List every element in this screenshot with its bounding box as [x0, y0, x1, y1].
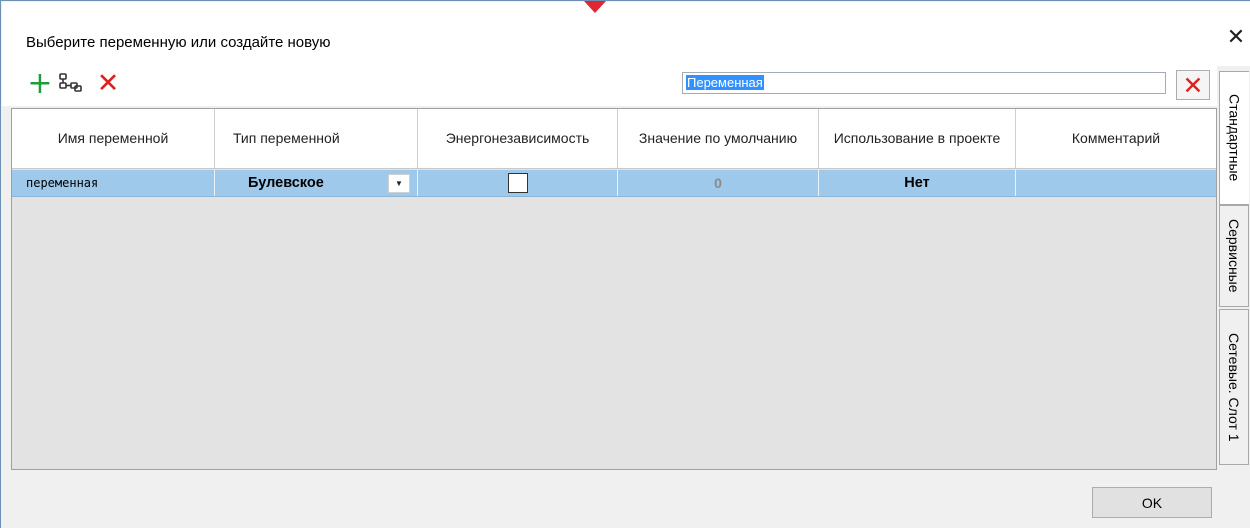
- tab-network-slot-1[interactable]: Сетевые. Слот 1: [1219, 309, 1249, 465]
- tab-service-label: Сервисные: [1226, 219, 1242, 293]
- nonvolatile-checkbox[interactable]: [507, 173, 528, 193]
- ok-button[interactable]: OK: [1092, 487, 1212, 518]
- tab-standard[interactable]: Стандартные: [1219, 71, 1249, 205]
- clear-search-icon[interactable]: ✕: [1176, 70, 1210, 100]
- column-header-nonvolatile[interactable]: Энергонезависимость: [418, 109, 618, 168]
- cell-default-value[interactable]: 0: [618, 170, 819, 196]
- column-header-name[interactable]: Имя переменной: [12, 109, 215, 168]
- title-bar: Выберите переменную или создайте новую ✕: [2, 2, 1250, 66]
- plus-icon[interactable]: +: [26, 69, 54, 99]
- tab-service[interactable]: Сервисные: [1219, 205, 1249, 307]
- column-header-comment[interactable]: Комментарий: [1016, 109, 1216, 168]
- cell-variable-type[interactable]: Булевское ▼: [215, 170, 418, 196]
- link-variables-icon[interactable]: [57, 69, 85, 99]
- pointer-arrow-icon: [584, 1, 606, 13]
- table-row[interactable]: переменная Булевское ▼ 0 Нет: [12, 170, 1216, 197]
- variable-select-dialog: Выберите переменную или создайте новую ✕…: [0, 0, 1250, 528]
- delete-icon[interactable]: ✕: [94, 69, 122, 99]
- column-header-default-value[interactable]: Значение по умолчанию: [618, 109, 819, 168]
- side-tabs: Стандартные Сервисные Сетевые. Слот 1: [1217, 65, 1250, 465]
- tab-network-slot-1-label: Сетевые. Слот 1: [1226, 332, 1242, 442]
- tab-standard-label: Стандартные: [1226, 94, 1243, 182]
- chevron-down-icon[interactable]: ▼: [388, 174, 410, 193]
- toolbar: + ✕ Переменная ✕: [2, 66, 1217, 106]
- dialog-title: Выберите переменную или создайте новую: [26, 34, 331, 51]
- cell-variable-name[interactable]: переменная: [12, 170, 215, 196]
- cell-comment[interactable]: [1016, 170, 1216, 196]
- variable-type-value: Булевское: [248, 175, 324, 191]
- column-header-type[interactable]: Тип переменной: [215, 109, 418, 168]
- search-input-text: Переменная: [686, 75, 764, 90]
- column-header-usage[interactable]: Использование в проекте: [819, 109, 1016, 168]
- table-header: Имя переменной Тип переменной Энергонеза…: [12, 109, 1216, 169]
- close-icon[interactable]: ✕: [1224, 26, 1248, 50]
- variables-table: Имя переменной Тип переменной Энергонеза…: [11, 108, 1217, 470]
- search-input[interactable]: Переменная: [682, 72, 1166, 94]
- cell-usage: Нет: [819, 170, 1016, 196]
- cell-nonvolatile: [418, 170, 618, 196]
